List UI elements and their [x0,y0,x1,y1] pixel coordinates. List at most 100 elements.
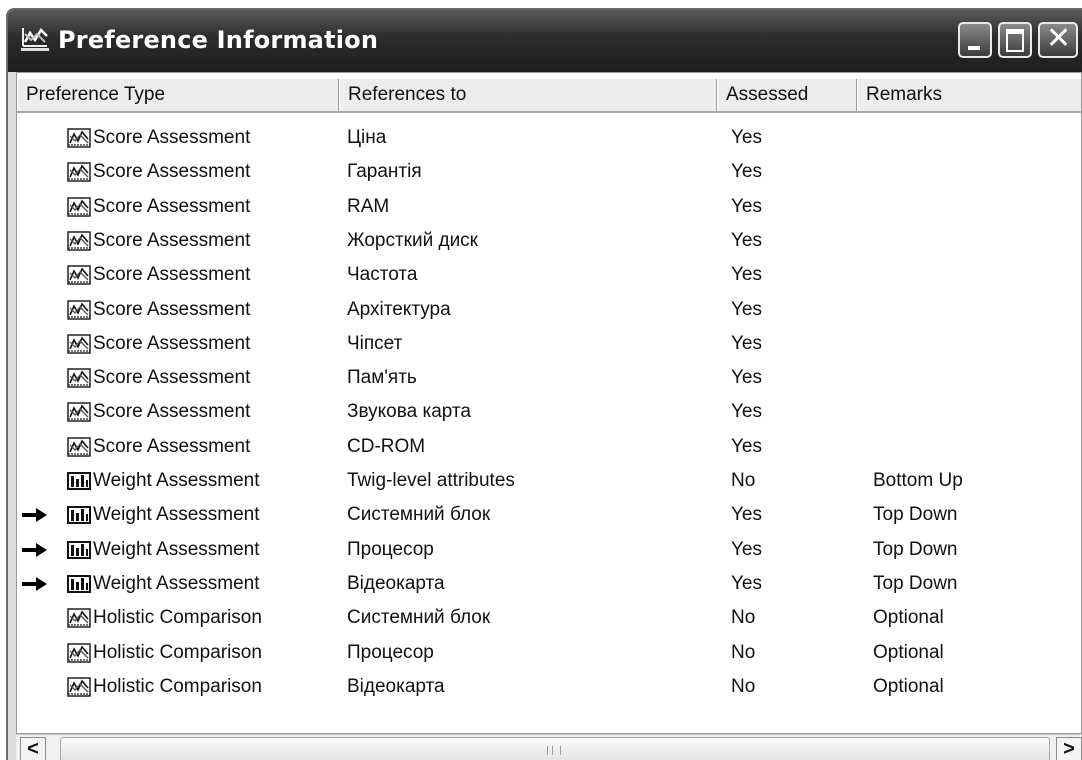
column-header-references-to[interactable]: References to [339,79,717,111]
preference-information-window: Preference Information ✕ Preference Type… [6,8,1082,760]
table-row[interactable]: Score Assessment Звукова карта Yes [17,395,1081,429]
table-row[interactable]: Holistic Comparison Відеокарта No Optional [17,670,1081,704]
references-to-cell: Процесор [347,641,434,663]
score-chart-icon [67,231,91,251]
scrollbar-thumb[interactable] [60,737,1050,760]
references-to-cell: Системний блок [347,504,491,526]
preference-type-cell: Score Assessment [93,264,251,286]
preference-type-cell: Score Assessment [93,161,251,183]
remarks-cell: Top Down [873,538,958,560]
arrow-right-icon [22,508,47,523]
table-row[interactable]: Score Assessment Архітектура Yes [17,293,1081,327]
preference-type-cell: Score Assessment [93,401,251,423]
preference-type-cell: Weight Assessment [93,470,260,491]
assessed-cell: Yes [731,264,762,286]
arrow-right-icon [22,576,47,591]
column-header-remarks[interactable]: Remarks [857,79,1082,111]
references-to-cell: Системний блок [347,607,491,629]
assessed-cell: No [731,607,756,629]
preference-type-cell: Score Assessment [93,332,251,354]
references-to-cell: Twig-level attributes [347,470,515,491]
scroll-right-button[interactable]: > [1056,737,1082,760]
references-to-cell: Гарантія [347,161,422,183]
assessed-cell: Yes [731,538,762,560]
title-bar[interactable]: Preference Information ✕ [8,10,1082,72]
table-row[interactable]: Weight Assessment Системний блок Yes Top Do… [17,498,1081,532]
assessed-cell: Yes [731,435,762,457]
preference-type-cell: Holistic Comparison [93,675,262,697]
grip-icon [547,746,561,755]
preference-type-cell: Score Assessment [93,229,251,251]
references-to-cell: Архітектура [347,298,451,320]
maximize-button[interactable] [998,22,1032,58]
score-chart-icon [67,128,91,148]
preference-type-cell: Weight Assessment [93,538,260,560]
references-to-cell: Відеокарта [347,572,445,594]
assessed-cell: Yes [731,298,762,320]
assessed-cell: Yes [731,401,762,423]
preference-type-cell: Weight Assessment [93,572,260,594]
references-to-cell: Частота [347,264,418,286]
preference-list[interactable]: Preference Type References to Assessed R… [16,72,1082,734]
table-row[interactable]: Weight Assessment Відеокарта Yes Top Down [17,567,1081,601]
table-row[interactable]: Score Assessment Пам'ять Yes [17,361,1081,395]
scroll-left-button[interactable]: < [20,737,46,760]
references-to-cell: Жорсткий диск [347,229,478,251]
preference-type-cell: Weight Assessment [93,504,260,526]
score-chart-icon [67,334,91,354]
score-chart-icon [67,299,91,320]
table-row[interactable]: Score Assessment RAM Yes [17,190,1081,224]
preference-type-cell: Score Assessment [93,367,251,389]
weight-bars-icon [67,472,91,490]
close-button[interactable]: ✕ [1038,22,1078,58]
assessed-cell: No [731,470,756,491]
remarks-cell: Bottom Up [873,470,963,491]
assessed-cell: Yes [731,229,762,251]
table-row[interactable]: Holistic Comparison Системний блок No Optio… [17,601,1081,635]
references-to-cell: Звукова карта [347,401,471,423]
table-row[interactable]: Holistic Comparison Процесор No Optional [17,636,1081,670]
preference-type-cell: Score Assessment [93,195,251,217]
list-header: Preference Type References to Assessed R… [17,79,1081,113]
column-header-preference-type[interactable]: Preference Type [17,79,339,111]
preference-type-cell: Holistic Comparison [93,641,262,663]
table-row[interactable]: Score Assessment Частота Yes [17,258,1081,292]
assessed-cell: Yes [731,127,762,148]
assessed-cell: Yes [731,332,762,354]
remarks-cell: Optional [873,675,944,697]
minimize-button[interactable] [958,22,992,58]
table-row[interactable]: Weight Assessment Процесор Yes Top Down [17,533,1081,567]
score-chart-icon [67,196,91,217]
remarks-cell: Top Down [873,504,958,526]
remarks-cell: Optional [873,607,944,629]
preference-type-cell: Score Assessment [93,298,251,320]
chevron-left-icon: < [27,738,39,760]
references-to-cell: RAM [347,195,390,217]
window-title: Preference Information [58,26,379,54]
column-header-assessed[interactable]: Assessed [717,79,857,111]
references-to-cell: Відеокарта [347,675,445,697]
score-chart-icon [67,608,91,628]
score-chart-icon [67,265,91,285]
table-row[interactable]: Score Assessment Ціна Yes [17,121,1081,155]
remarks-cell: Top Down [873,572,958,594]
chevron-right-icon: > [1063,738,1075,760]
horizontal-scrollbar[interactable]: < > [16,734,1082,760]
preference-type-cell: Score Assessment [93,127,251,148]
references-to-cell: Процесор [347,538,434,560]
table-row[interactable]: Score Assessment Жорсткий диск Yes [17,224,1081,258]
score-chart-icon [67,642,91,663]
references-to-cell: Пам'ять [347,367,417,389]
assessed-cell: Yes [731,161,762,183]
assessed-cell: Yes [731,572,762,594]
table-row[interactable]: Score Assessment Чіпсет Yes [17,327,1081,361]
app-icon [21,27,49,51]
weight-bars-icon [67,540,91,559]
table-row[interactable]: Score Assessment Гарантія Yes [17,155,1081,189]
preference-type-cell: Score Assessment [93,435,251,457]
table-row[interactable]: Weight Assessment Twig-level attributes No… [17,464,1081,498]
table-row[interactable]: Score Assessment CD-ROM Yes [17,430,1081,464]
assessed-cell: No [731,675,756,697]
score-chart-icon [67,162,91,183]
arrow-right-icon [22,542,47,557]
